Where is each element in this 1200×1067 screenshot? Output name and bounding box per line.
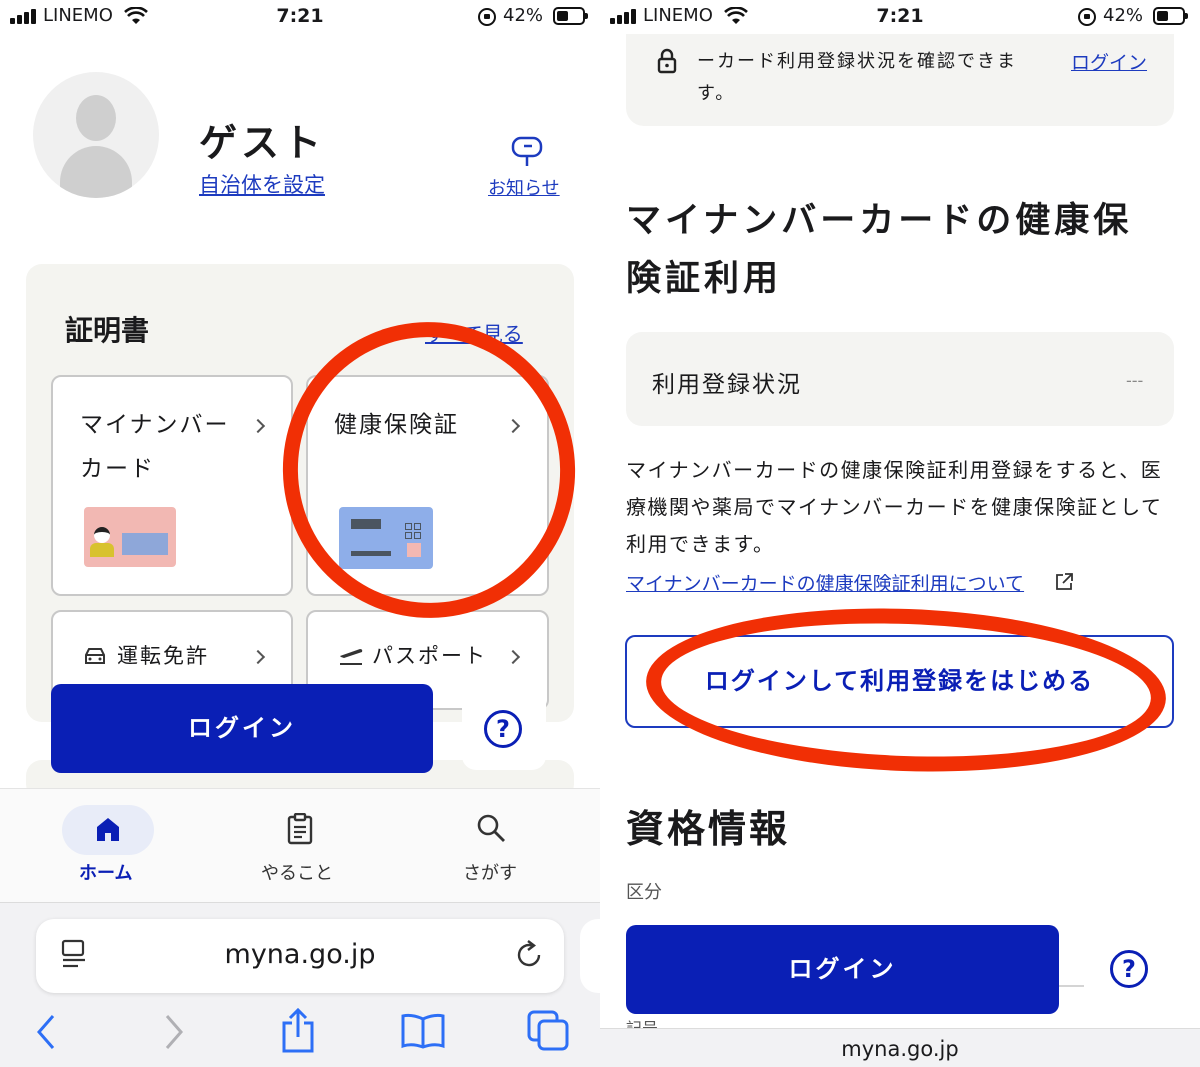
home-icon[interactable] — [94, 815, 122, 843]
registration-status-label: 利用登録状況 — [652, 372, 802, 398]
status-bar-right: LINEMO 7:21 42% — [600, 0, 1200, 34]
user-name: ゲスト — [199, 121, 326, 165]
login-info-text: ーカード利用登録状況を確認できます。 — [697, 51, 1017, 104]
help-icon: ? — [484, 710, 522, 748]
tab-bar: ホーム やること さがす — [0, 788, 600, 902]
clipboard-icon[interactable] — [286, 813, 314, 845]
tab-todo[interactable]: やること — [261, 859, 333, 885]
car-icon — [85, 648, 105, 664]
see-all-link[interactable]: すべて見る — [425, 318, 523, 347]
battery-icon — [553, 7, 588, 25]
status-bar: LINEMO 7:21 42% — [0, 0, 600, 34]
section-title: マイナンバーカードの健康保険証利用 — [626, 201, 1133, 299]
health-insurance-card-illustration — [339, 507, 433, 569]
url-text: myna.go.jp — [841, 1037, 959, 1061]
notice-link[interactable]: お知らせ — [488, 174, 560, 200]
forward-icon[interactable] — [162, 1013, 186, 1051]
lock-icon — [657, 48, 677, 74]
login-button[interactable]: ログイン — [626, 925, 1059, 1014]
card-label: 運転免許 — [117, 644, 209, 668]
search-icon[interactable] — [476, 813, 506, 843]
help-icon[interactable]: ? — [1110, 950, 1148, 988]
avatar[interactable] — [33, 72, 159, 198]
reload-icon[interactable] — [513, 939, 545, 971]
certificates-title: 証明書 — [65, 314, 150, 347]
battery-percent: 42% — [1103, 5, 1144, 26]
bookmarks-icon[interactable] — [400, 1013, 446, 1049]
my-number-card-illustration — [84, 507, 176, 567]
browser-toolbar: myna.go.jp — [0, 902, 600, 1067]
tab-search[interactable]: さがす — [463, 859, 517, 885]
rotation-lock-icon — [1078, 8, 1096, 26]
login-button[interactable]: ログイン — [51, 684, 433, 773]
tabs-icon[interactable] — [526, 1009, 570, 1051]
share-icon[interactable] — [280, 1007, 316, 1053]
left-screen: LINEMO 7:21 42% ゲスト 自治体を設定 お知らせ 証明書 すべて見… — [0, 0, 600, 1067]
description: マイナンバーカードの健康保険証利用登録をすると、医療機関や薬局でマイナンバーカー… — [626, 458, 1163, 556]
battery-icon — [1153, 7, 1188, 25]
chevron-right-icon — [250, 418, 266, 434]
battery-percent: 42% — [503, 5, 544, 26]
mailbox-icon[interactable] — [510, 135, 544, 167]
back-icon[interactable] — [34, 1013, 58, 1051]
card-label: マイナンバー カード — [80, 412, 230, 482]
start-registration-button[interactable]: ログインして利用登録をはじめる — [625, 635, 1174, 728]
health-insurance-info-link[interactable]: マイナンバーカードの健康保険証利用について — [626, 569, 1024, 596]
next-tab-preview[interactable] — [580, 919, 600, 993]
help-button[interactable]: ? — [462, 688, 546, 770]
registration-status-value: --- — [1126, 371, 1144, 390]
card-health-insurance[interactable]: 健康保険証 — [306, 375, 549, 596]
qualification-title: 資格情報 — [626, 807, 791, 851]
external-link-icon[interactable] — [1054, 572, 1074, 592]
card-label: 健康保険証 — [334, 412, 459, 438]
url-text: myna.go.jp — [224, 939, 376, 970]
chevron-right-icon — [505, 649, 521, 665]
set-region-link[interactable]: 自治体を設定 — [199, 169, 325, 199]
address-bar[interactable]: myna.go.jp — [36, 919, 564, 993]
chevron-right-icon — [250, 649, 266, 665]
category-label: 区分 — [626, 882, 662, 903]
card-my-number[interactable]: マイナンバー カード — [51, 375, 293, 596]
rotation-lock-icon — [478, 8, 496, 26]
tab-home[interactable]: ホーム — [79, 859, 132, 885]
card-label: パスポート — [372, 644, 487, 668]
chevron-right-icon — [505, 418, 521, 434]
airplane-icon — [340, 649, 363, 665]
login-link[interactable]: ログイン — [1071, 48, 1147, 75]
compact-address-bar[interactable]: myna.go.jp — [600, 1028, 1200, 1067]
